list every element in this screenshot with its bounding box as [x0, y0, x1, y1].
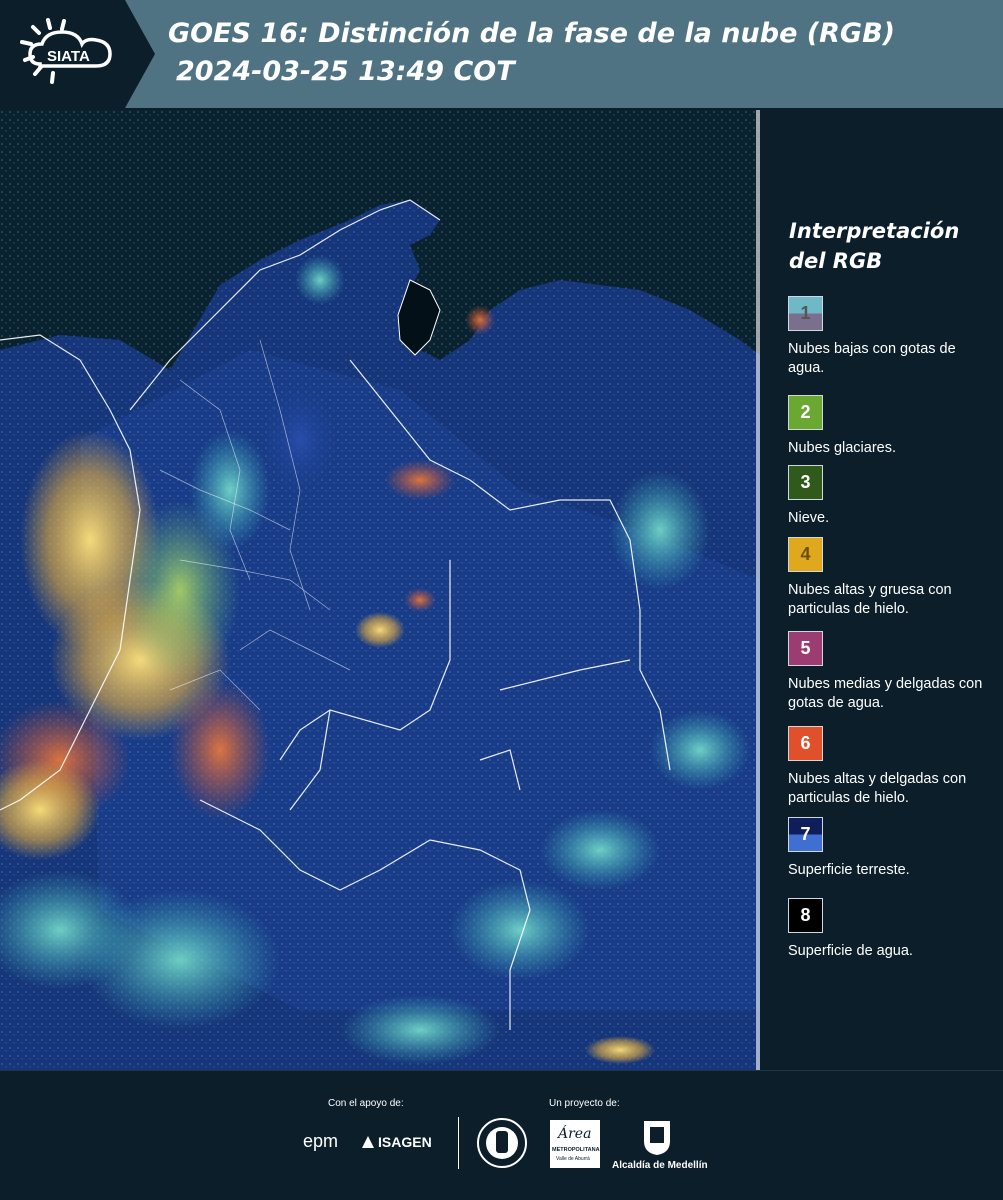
legend-item-3: 3 Nieve.: [788, 465, 988, 528]
legend-number: 7: [800, 824, 811, 844]
legend-number: 4: [800, 544, 811, 564]
legend-swatch: 8: [788, 898, 823, 933]
legend-label: Nieve.: [788, 510, 830, 526]
footer: Con el apoyo de: Un proyecto de: epm ISA…: [0, 1070, 1003, 1200]
alcaldia-logo: Alcaldía de Medellín: [612, 1160, 708, 1171]
legend-item-5: 5 Nubes medias y delgadas con gotas de ag…: [788, 631, 988, 713]
university-seal-icon: [476, 1117, 528, 1174]
legend-swatch: 4: [788, 537, 823, 572]
legend-item-4: 4 Nubes altas y gruesa con particulas de …: [788, 537, 988, 619]
project-label: Un proyecto de:: [549, 1098, 620, 1109]
legend-number: 8: [800, 905, 811, 925]
isagen-icon: [360, 1134, 376, 1155]
legend-title: Interpretación del RGB: [789, 219, 960, 273]
legend-swatch: 1: [788, 296, 823, 331]
header-bar: SIATA GOES 16: Distinción de la fase de …: [0, 0, 1003, 108]
epm-logo: epm: [303, 1131, 339, 1151]
legend-item-6: 6 Nubes altas y delgadas con particulas d…: [788, 726, 988, 808]
legend-label: Nubes altas y gruesa con particulas de h…: [788, 582, 952, 617]
legend-swatch: 6: [788, 726, 823, 761]
alcaldia-shield-icon: [642, 1119, 672, 1162]
legend-label: Nubes medias y delgadas con gotas de agu…: [788, 676, 983, 711]
legend-swatch: 5: [788, 631, 823, 666]
legend-number: 2: [800, 402, 811, 422]
legend-item-7: 7 Superficie terreste.: [788, 817, 988, 880]
legend-number: 1: [800, 303, 811, 323]
legend-label: Nubes bajas con gotas de agua.: [788, 341, 956, 376]
footer-divider: [458, 1117, 459, 1169]
area-metropolitana-logo: Área METROPOLITANA Valle de Aburrá: [550, 1120, 600, 1168]
legend-label: Nubes glaciares.: [788, 440, 896, 456]
area-metro-title: Área: [558, 1126, 592, 1142]
satellite-image: [0, 110, 760, 1070]
legend-number: 3: [800, 472, 811, 492]
legend-label: Superficie de agua.: [788, 943, 913, 959]
legend-label: Nubes altas y delgadas con particulas de…: [788, 771, 967, 806]
area-metro-sub: METROPOLITANA: [552, 1147, 600, 1153]
legend-item-8: 8 Superficie de agua.: [788, 898, 988, 961]
page-title: GOES 16: Distinción de la fase de la nub…: [168, 18, 895, 49]
page-datetime: 2024-03-25 13:49 COT: [176, 56, 515, 87]
legend-swatch: 7: [788, 817, 823, 852]
satellite-map[interactable]: [0, 110, 760, 1070]
legend-label: Superficie terreste.: [788, 862, 910, 878]
legend-item-2: 2 Nubes glaciares.: [788, 395, 988, 458]
siata-logo: SIATA: [0, 0, 155, 108]
legend-swatch: 3: [788, 465, 823, 500]
legend-item-1: 1 Nubes bajas con gotas de agua.: [788, 296, 988, 378]
legend-number: 6: [800, 733, 811, 753]
legend-panel: Interpretación del RGB 1 Nubes bajas con …: [772, 110, 1003, 1070]
support-label: Con el apoyo de:: [328, 1098, 404, 1109]
siata-logo-text: SIATA: [47, 48, 90, 65]
isagen-logo: ISAGEN: [378, 1134, 432, 1150]
legend-swatch: 2: [788, 395, 823, 430]
legend-number: 5: [800, 638, 811, 658]
area-metro-sub2: Valle de Aburrá: [556, 1156, 590, 1162]
